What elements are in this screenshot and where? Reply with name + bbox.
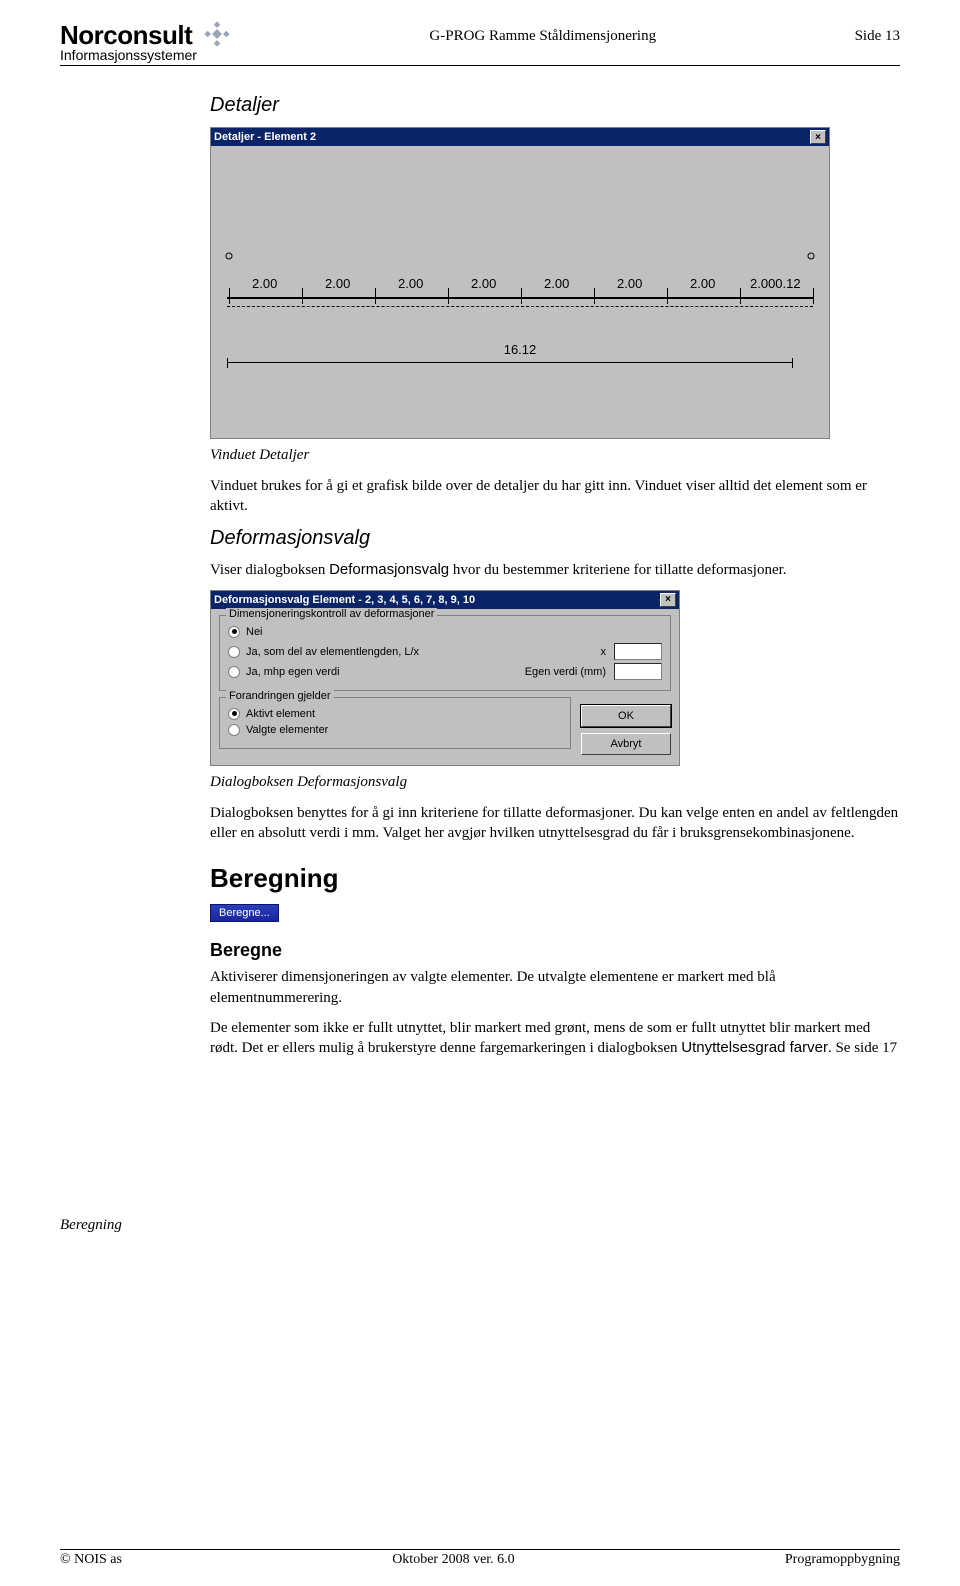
group-title: Dimensjoneringskontroll av deformasjoner (226, 608, 437, 620)
deform-dialog-title: Deformasjonsvalg Element - 2, 3, 4, 5, 6… (214, 594, 475, 606)
logo-subtitle: Informasjonssystemer (60, 47, 197, 63)
radio-icon (228, 666, 240, 678)
figure-caption: Dialogboksen Deformasjonsvalg (210, 774, 900, 791)
radio-icon (228, 646, 240, 658)
close-icon[interactable]: × (810, 130, 826, 144)
segment-label: 2.00 (617, 276, 642, 291)
body-paragraph: Vinduet brukes for å gi et grafisk bilde… (210, 476, 900, 517)
total-length-label: 16.12 (217, 342, 823, 357)
margin-label-beregning: Beregning (60, 1217, 122, 1234)
segment-label: 2.00 (471, 276, 496, 291)
page-number: Side 13 (855, 20, 900, 45)
section-heading-detaljer: Detaljer (210, 94, 900, 117)
egen-input[interactable] (614, 663, 662, 680)
radio-nei[interactable]: Nei (228, 626, 662, 638)
radio-valgte[interactable]: Valgte elementer (228, 724, 562, 736)
doc-title: G-PROG Ramme Ståldimensjonering (429, 20, 656, 45)
ok-button[interactable]: OK (581, 705, 671, 727)
figure-caption: Vinduet Detaljer (210, 447, 900, 464)
radio-icon (228, 708, 240, 720)
body-paragraph: Aktiviserer dimensjoneringen av valgte e… (210, 967, 900, 1008)
x-input[interactable] (614, 643, 662, 660)
logo-icon (203, 20, 231, 48)
segment-label: 2.00 (325, 276, 350, 291)
x-label: x (601, 646, 607, 658)
beregne-button[interactable]: Beregne... (210, 904, 279, 922)
diagram-canvas: 2.00 2.00 2.00 2.00 2.00 2.00 2.00 2.000… (217, 152, 823, 432)
section-heading-beregning: Beregning (210, 863, 900, 894)
segment-label: 2.00 (690, 276, 715, 291)
detaljer-window: Detaljer - Element 2 × 2.00 2.00 (210, 127, 830, 439)
cancel-button[interactable]: Avbryt (581, 733, 671, 755)
support-icon (807, 252, 815, 264)
company-logo: Norconsult Informasjonssystemer (60, 20, 231, 63)
body-paragraph: De elementer som ikke er fullt utnyttet,… (210, 1018, 900, 1059)
detaljer-window-title: Detaljer - Element 2 (214, 131, 316, 143)
close-icon[interactable]: × (660, 593, 676, 607)
body-paragraph: Dialogboksen benyttes for å gi inn krite… (210, 803, 900, 844)
deform-dialog: Deformasjonsvalg Element - 2, 3, 4, 5, 6… (210, 590, 680, 766)
footer-right: Programoppbygning (785, 1552, 900, 1568)
segment-label: 2.00 (398, 276, 423, 291)
body-paragraph: Viser dialogboksen Deformasjonsvalg hvor… (210, 560, 900, 580)
segment-label: 2.000.12 (750, 276, 801, 291)
group-dim-control: Dimensjoneringskontroll av deformasjoner… (219, 615, 671, 691)
radio-lx[interactable]: Ja, som del av elementlengden, L/x (228, 646, 419, 658)
group-title: Forandringen gjelder (226, 690, 334, 702)
radio-icon (228, 724, 240, 736)
segment-label: 2.00 (544, 276, 569, 291)
radio-aktivt[interactable]: Aktivt element (228, 708, 562, 720)
footer-center: Oktober 2008 ver. 6.0 (392, 1552, 514, 1568)
egen-label: Egen verdi (mm) (525, 666, 606, 678)
segment-label: 2.00 (252, 276, 277, 291)
section-heading-deform: Deformasjonsvalg (210, 527, 900, 550)
support-icon (225, 252, 233, 264)
radio-egen[interactable]: Ja, mhp egen verdi (228, 666, 340, 678)
page-header: Norconsult Informasjonssystemer G-PROG R… (60, 20, 900, 66)
page-footer: © NOIS as Oktober 2008 ver. 6.0 Programo… (60, 1549, 900, 1568)
footer-left: © NOIS as (60, 1552, 122, 1568)
radio-icon (228, 626, 240, 638)
subhead-beregne: Beregne (210, 940, 900, 961)
group-forandring: Forandringen gjelder Aktivt element Valg… (219, 697, 571, 749)
